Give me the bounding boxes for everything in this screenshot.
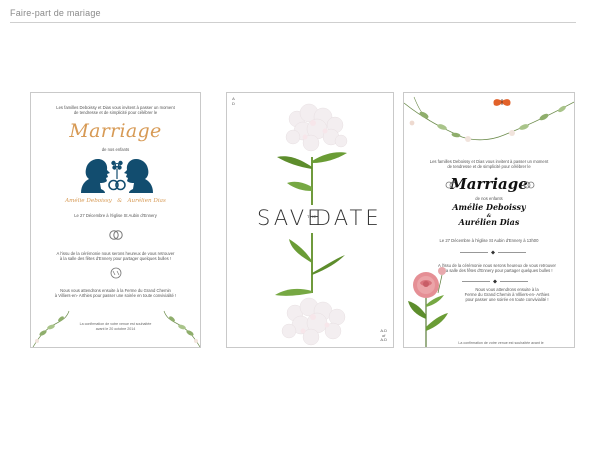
card1-name-right: Aurélien Dias [127,198,166,204]
glasses-icon [110,267,122,279]
card1-name-left: Amélie Deboissy [65,198,112,204]
card1-confirm2: avant le 20 octobre 2014 [95,327,136,331]
card3-headline: Marriage [450,175,528,193]
page-title: Faire-part de mariage [10,8,101,18]
card3-date: Le 27 Décembre à l'église St Aubin d'Enn… [439,238,539,243]
card1-names: Amélie Deboissy & Aurélien Dias [31,198,200,204]
card3-dinner3: pour passer une soirée en toute convivia… [465,297,549,302]
ornament-divider-2 [462,279,528,284]
floral-garland-top-illustration [404,96,574,142]
rings-icon [109,230,123,240]
invitation-card-floral[interactable]: Les familles Deboissy et Dias vous invit… [403,92,575,348]
card1-name-amp: & [117,198,123,204]
card3-name-right: Aurélien Dias [458,217,520,227]
card3-name-left: Amélie Deboissy [452,202,526,212]
rings-right-icon [523,181,535,189]
card1-children-intro: de nos enfants [101,147,130,152]
date-word: DATE [315,206,382,230]
title-divider [10,22,576,23]
silhouettes-illustration [81,159,153,193]
card2-monogram-top: A D [232,96,235,106]
card1-confirm: La confirmation de votre venue est souha… [79,322,152,326]
card1-dinner2: à Villiers-en- Arthies pour passer une s… [54,293,177,298]
monogram-bottom-line-3: A.D [380,337,387,343]
card1-date: Le 27 Décembre à l'église St Aubin d'Enn… [74,213,157,218]
hydrangea-top-illustration [277,103,348,205]
card3-intro2: de tendresse et de simplicité pour céléb… [447,164,531,169]
save-the-date-card[interactable]: A D SAVE THE DATE A.D of A.D [226,92,394,348]
card3-children-intro: de nos enfants [475,196,503,201]
ornament-divider-1 [460,250,526,255]
card1-headline: Marriage [69,120,162,142]
monogram-top-letter-2: D [232,100,235,106]
invitation-card-blue[interactable]: Les familles Deboissy et Dias vous invit… [30,92,201,348]
card1-intro2: de tendresse et de simplicité pour céléb… [73,110,158,115]
card2-monogram-bottom: A.D of A.D [380,328,387,343]
card3-confirm: La confirmation de votre venue est souha… [458,341,544,345]
card1-after-ceremony2: à la salle des fêtes d'Ennery pour parta… [59,256,172,261]
rose-illustration [408,267,448,347]
hydrangea-bottom-illustration [275,233,346,346]
